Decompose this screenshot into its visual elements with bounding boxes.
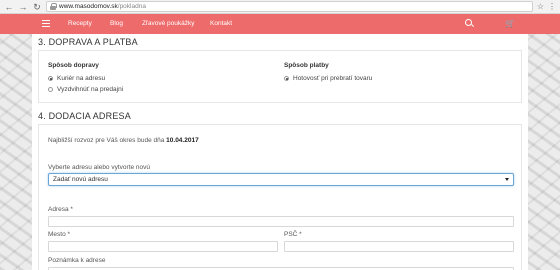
- shipping-card: Spôsob dopravy Kuriér na adresu Vyzdvihn…: [38, 50, 522, 103]
- zip-input[interactable]: [284, 241, 514, 252]
- payment-heading: Spôsob platby: [284, 62, 329, 69]
- cart-icon[interactable]: 🛒: [505, 19, 515, 28]
- lock-icon: [50, 3, 57, 10]
- address-section: 4. DODACIA ADRESA Najbližší rozvoz pre V…: [32, 108, 528, 270]
- url-path: /pokladna: [117, 3, 146, 10]
- search-icon[interactable]: [465, 19, 474, 28]
- city-input[interactable]: [48, 241, 278, 252]
- payment-option-cash[interactable]: Hotovosť pri prebratí tovaru: [284, 75, 372, 82]
- bookmark-star-icon[interactable]: ☆: [537, 2, 544, 11]
- city-field-label: Mesto *: [48, 231, 71, 238]
- zip-field-label: PSČ *: [284, 231, 302, 238]
- address-select-value: Zadať novú adresu: [53, 176, 108, 183]
- nav-link-blog[interactable]: Blog: [110, 20, 123, 27]
- delivery-date-note: Najbližší rozvoz pre Váš okres bude dňa …: [48, 137, 199, 144]
- address-note-label: Poznámka k adrese: [48, 257, 106, 264]
- address-section-title: 4. DODACIA ADRESA: [38, 111, 131, 121]
- site-nav: Recepty Blog Zľavové poukážky Kontakt 🛒: [0, 14, 560, 34]
- delivery-note-prefix: Najbližší rozvoz pre Váš okres bude dňa: [48, 137, 165, 144]
- url-host: www.masodomov.sk: [59, 3, 118, 10]
- nav-link-poukazky[interactable]: Zľavové poukážky: [142, 20, 194, 27]
- address-select-label: Vyberte adresu alebo vytvorte novú: [48, 164, 151, 171]
- payment-option-cash-label: Hotovosť pri prebratí tovaru: [293, 75, 373, 82]
- address-input[interactable]: [48, 216, 514, 227]
- nav-link-kontakt[interactable]: Kontakt: [210, 20, 232, 27]
- checkout-content: 3. DOPRAVA A PLATBA Spôsob dopravy Kurié…: [32, 34, 528, 270]
- browser-toolbar: ← → ↻ www.masodomov.sk/pokladna ☆ ⋮: [0, 0, 560, 14]
- delivery-option-courier[interactable]: Kuriér na adresu: [48, 75, 105, 82]
- radio-cash[interactable]: [284, 76, 289, 81]
- delivery-date: 10.04.2017: [166, 137, 199, 144]
- nav-link-recepty[interactable]: Recepty: [68, 20, 92, 27]
- reload-icon[interactable]: ↻: [32, 2, 42, 12]
- address-card: Najbližší rozvoz pre Váš okres bude dňa …: [38, 124, 522, 270]
- hamburger-menu-icon[interactable]: [42, 20, 50, 27]
- delivery-option-courier-label: Kuriér na adresu: [57, 75, 106, 82]
- address-field-label: Adresa *: [48, 206, 73, 213]
- menu-dots-icon[interactable]: ⋮: [548, 2, 556, 11]
- delivery-option-pickup[interactable]: Vyzdvihnúť na predajni: [48, 86, 123, 93]
- delivery-heading: Spôsob dopravy: [48, 62, 99, 69]
- back-icon[interactable]: ←: [4, 2, 14, 12]
- radio-courier[interactable]: [48, 76, 53, 81]
- forward-icon[interactable]: →: [18, 2, 28, 12]
- url-text: www.masodomov.sk/pokladna: [59, 3, 146, 10]
- delivery-option-pickup-label: Vyzdvihnúť na predajni: [57, 86, 124, 93]
- address-select[interactable]: Zadať novú adresu: [48, 173, 514, 186]
- shipping-section-title: 3. DOPRAVA A PLATBA: [38, 37, 138, 47]
- radio-pickup[interactable]: [48, 87, 53, 92]
- chevron-down-icon: [505, 178, 509, 181]
- address-bar[interactable]: www.masodomov.sk/pokladna: [46, 1, 533, 12]
